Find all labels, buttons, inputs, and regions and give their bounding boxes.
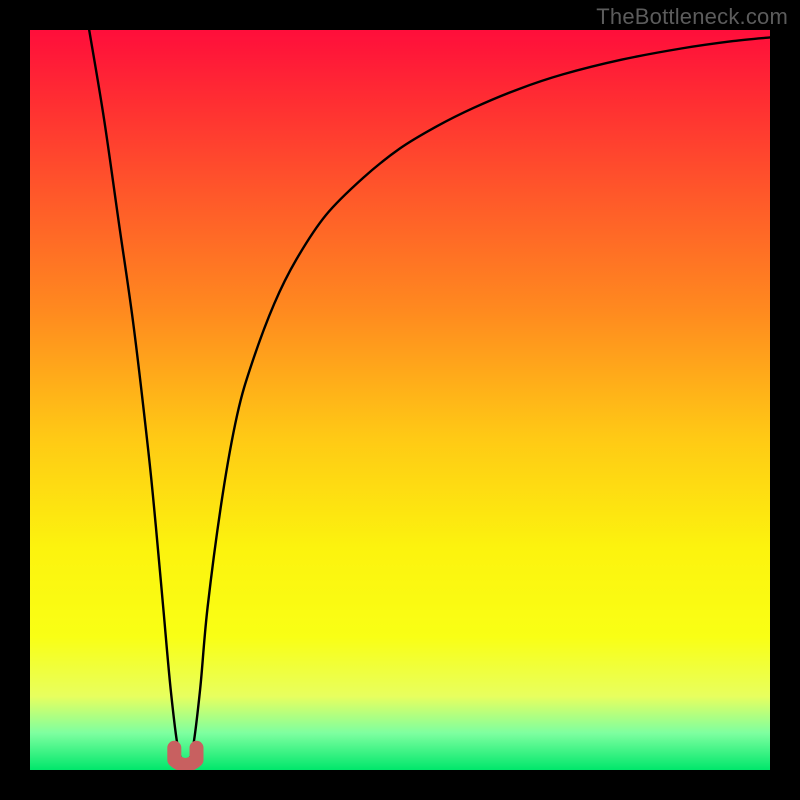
curve-overlay bbox=[30, 30, 770, 770]
bottleneck-curve bbox=[89, 30, 770, 763]
plot-area bbox=[30, 30, 770, 770]
watermark-text: TheBottleneck.com bbox=[596, 4, 788, 30]
chart-frame: TheBottleneck.com bbox=[0, 0, 800, 800]
optimum-marker bbox=[174, 748, 196, 765]
